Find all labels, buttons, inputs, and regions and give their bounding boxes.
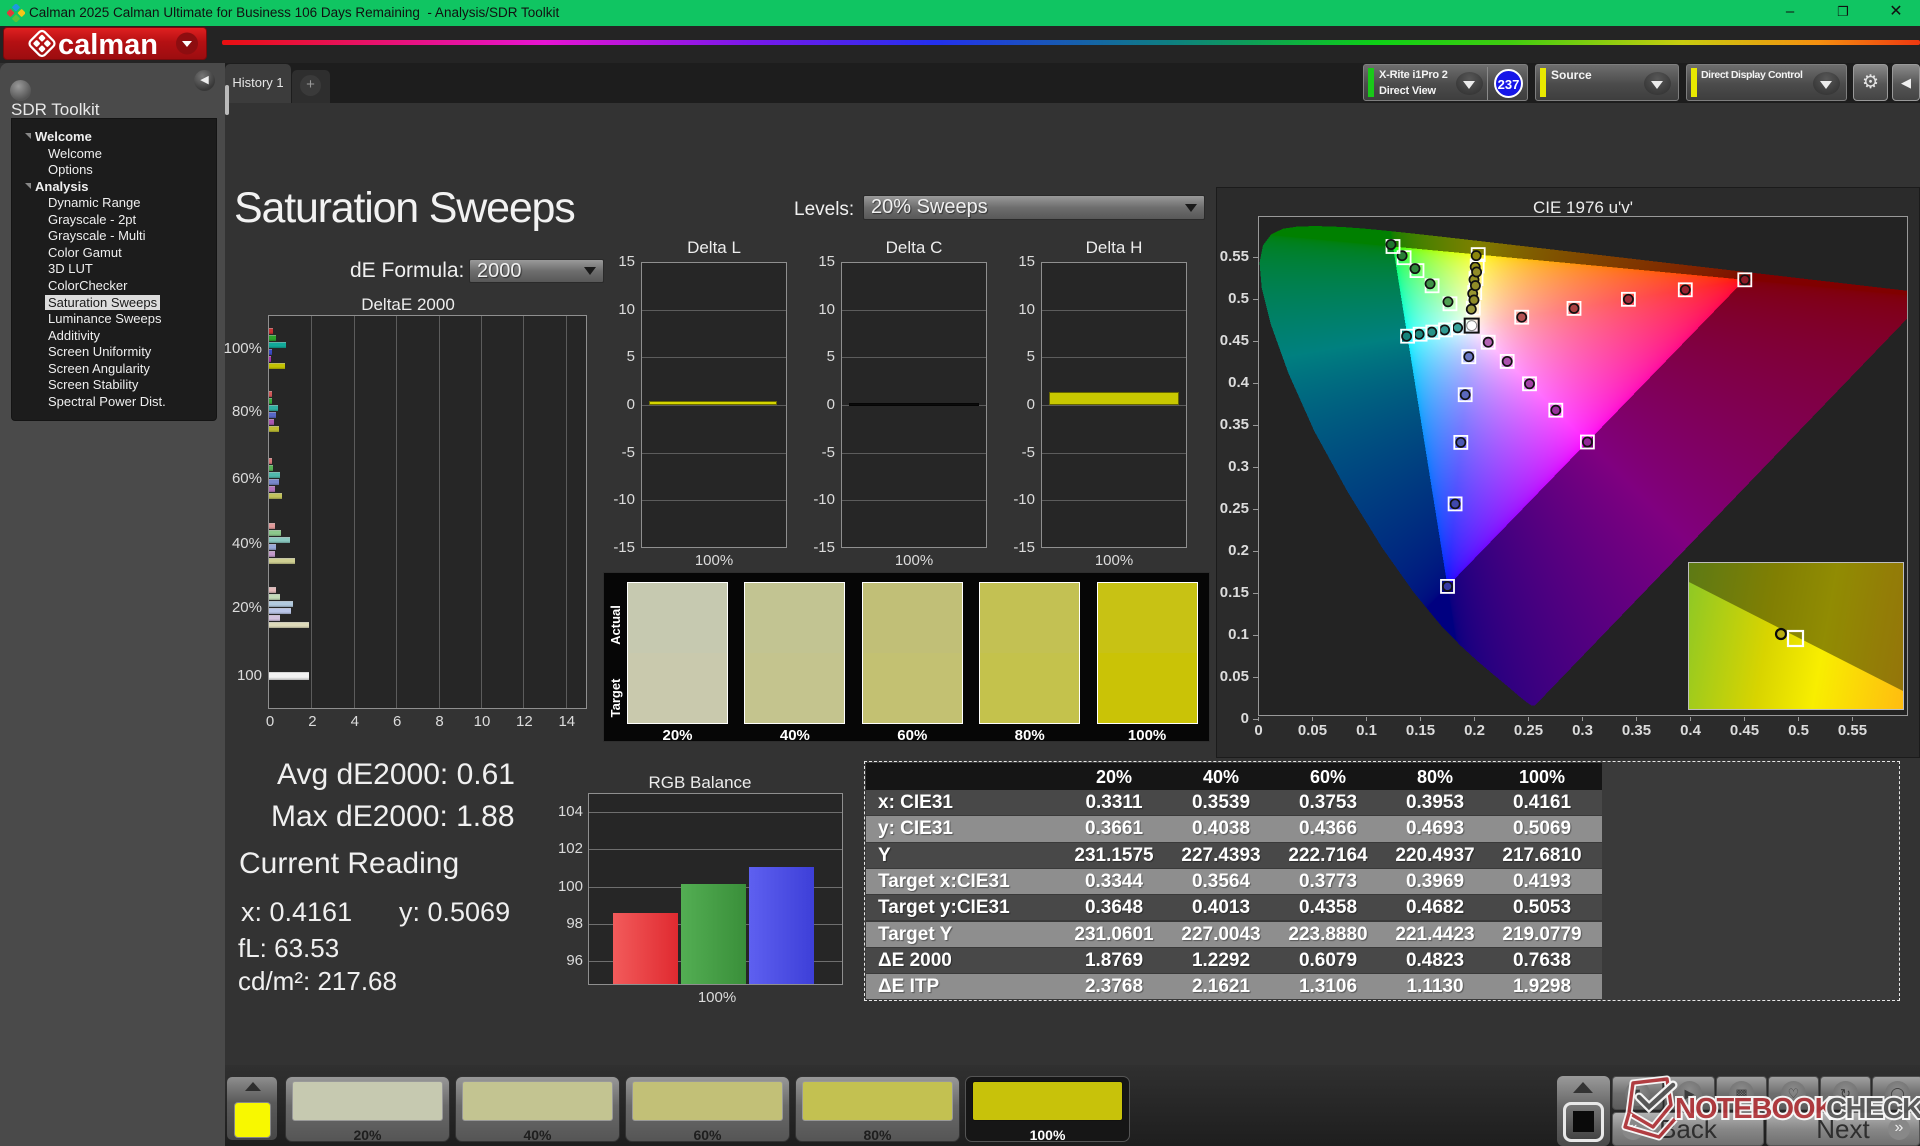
svg-text:NOTEBOOK: NOTEBOOK: [1675, 1093, 1836, 1125]
svg-text:CHECK: CHECK: [1826, 1093, 1920, 1125]
